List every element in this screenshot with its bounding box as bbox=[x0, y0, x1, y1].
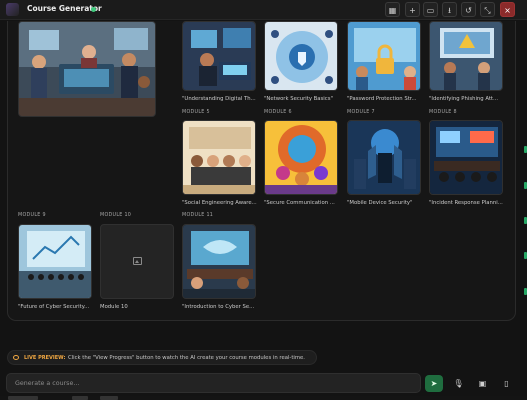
image-icon[interactable]: ▣ bbox=[476, 377, 489, 390]
password-illustration bbox=[348, 22, 420, 90]
module-caption: "Introduction to Cyber Se... bbox=[182, 304, 255, 310]
module-caption: "Secure Communication ... bbox=[264, 200, 335, 206]
module-caption: "Understanding Digital Th... bbox=[182, 96, 256, 102]
module-caption: "Future of Cyber Security... bbox=[18, 304, 90, 310]
app-avatar bbox=[6, 3, 19, 16]
network-illustration bbox=[265, 22, 337, 90]
module-caption: "Incident Response Planni... bbox=[429, 200, 503, 206]
status-indicator bbox=[91, 7, 96, 12]
module-caption: "Identifying Phishing Att... bbox=[429, 96, 499, 102]
module-caption: "Password Protection Str... bbox=[347, 96, 417, 102]
module-label: MODULE 6 bbox=[264, 110, 292, 115]
send-icon[interactable]: ➤ bbox=[425, 375, 443, 392]
course-prompt-input[interactable] bbox=[7, 374, 420, 392]
title-bar: Course Generator ▦ + ▭ ⭳ ↺ ⤡ × bbox=[0, 0, 527, 20]
module-card-image[interactable] bbox=[182, 21, 256, 91]
live-preview-tag: LIVE PREVIEW: bbox=[24, 355, 66, 361]
team-illustration bbox=[19, 22, 155, 116]
module-card-image[interactable] bbox=[18, 224, 92, 299]
module-label: MODULE 8 bbox=[429, 110, 457, 115]
grid-icon[interactable]: ▦ bbox=[385, 2, 400, 17]
module-card-image[interactable] bbox=[264, 21, 338, 91]
intro-cyber-illustration bbox=[183, 225, 255, 298]
close-icon[interactable]: × bbox=[500, 2, 515, 17]
live-preview-text: Click the "View Progress" button to watc… bbox=[68, 355, 305, 361]
image-placeholder-icon bbox=[133, 257, 142, 265]
module-caption: "Network Security Basics" bbox=[264, 96, 333, 102]
chat-icon[interactable]: ▭ bbox=[423, 2, 438, 17]
phishing-illustration bbox=[430, 22, 502, 90]
collapse-icon[interactable]: ⤡ bbox=[480, 2, 495, 17]
plus-icon[interactable]: + bbox=[405, 2, 420, 17]
module-label: MODULE 9 bbox=[18, 213, 46, 218]
microphone-icon[interactable]: 🎙 bbox=[452, 377, 465, 390]
module-card-image[interactable] bbox=[347, 120, 421, 195]
module-card-placeholder[interactable] bbox=[100, 224, 174, 299]
secure-communication-illustration bbox=[265, 121, 337, 194]
hacker-illustration bbox=[183, 22, 255, 90]
module-card-image[interactable] bbox=[429, 120, 503, 195]
module-card-image[interactable] bbox=[182, 120, 256, 195]
download-icon[interactable]: ⭳ bbox=[442, 2, 457, 17]
prompt-box[interactable] bbox=[6, 373, 421, 393]
live-preview-banner: LIVE PREVIEW: Click the "View Progress" … bbox=[7, 350, 317, 365]
module-caption: "Mobile Device Security" bbox=[347, 200, 413, 206]
incident-response-illustration bbox=[430, 121, 502, 194]
module-caption: Module 10 bbox=[100, 304, 128, 310]
book-icon[interactable]: ▯ bbox=[500, 377, 513, 390]
footer-strip bbox=[0, 396, 527, 400]
future-security-illustration bbox=[19, 225, 91, 298]
module-label: MODULE 7 bbox=[347, 110, 375, 115]
module-caption: "Social Engineering Aware... bbox=[182, 200, 257, 206]
module-card-image[interactable] bbox=[18, 21, 156, 117]
history-icon[interactable]: ↺ bbox=[461, 2, 476, 17]
module-card-image[interactable] bbox=[264, 120, 338, 195]
module-gallery: "Understanding Digital Th... "Network Se… bbox=[7, 21, 516, 321]
module-label: MODULE 5 bbox=[182, 110, 210, 115]
module-label: MODULE 11 bbox=[182, 213, 214, 218]
social-engineering-illustration bbox=[183, 121, 255, 194]
module-label: MODULE 10 bbox=[100, 213, 132, 218]
module-card-image[interactable] bbox=[182, 224, 256, 299]
module-card-image[interactable] bbox=[347, 21, 421, 91]
mobile-security-illustration bbox=[348, 121, 420, 194]
module-card-image[interactable] bbox=[429, 21, 503, 91]
eye-icon bbox=[13, 355, 19, 360]
